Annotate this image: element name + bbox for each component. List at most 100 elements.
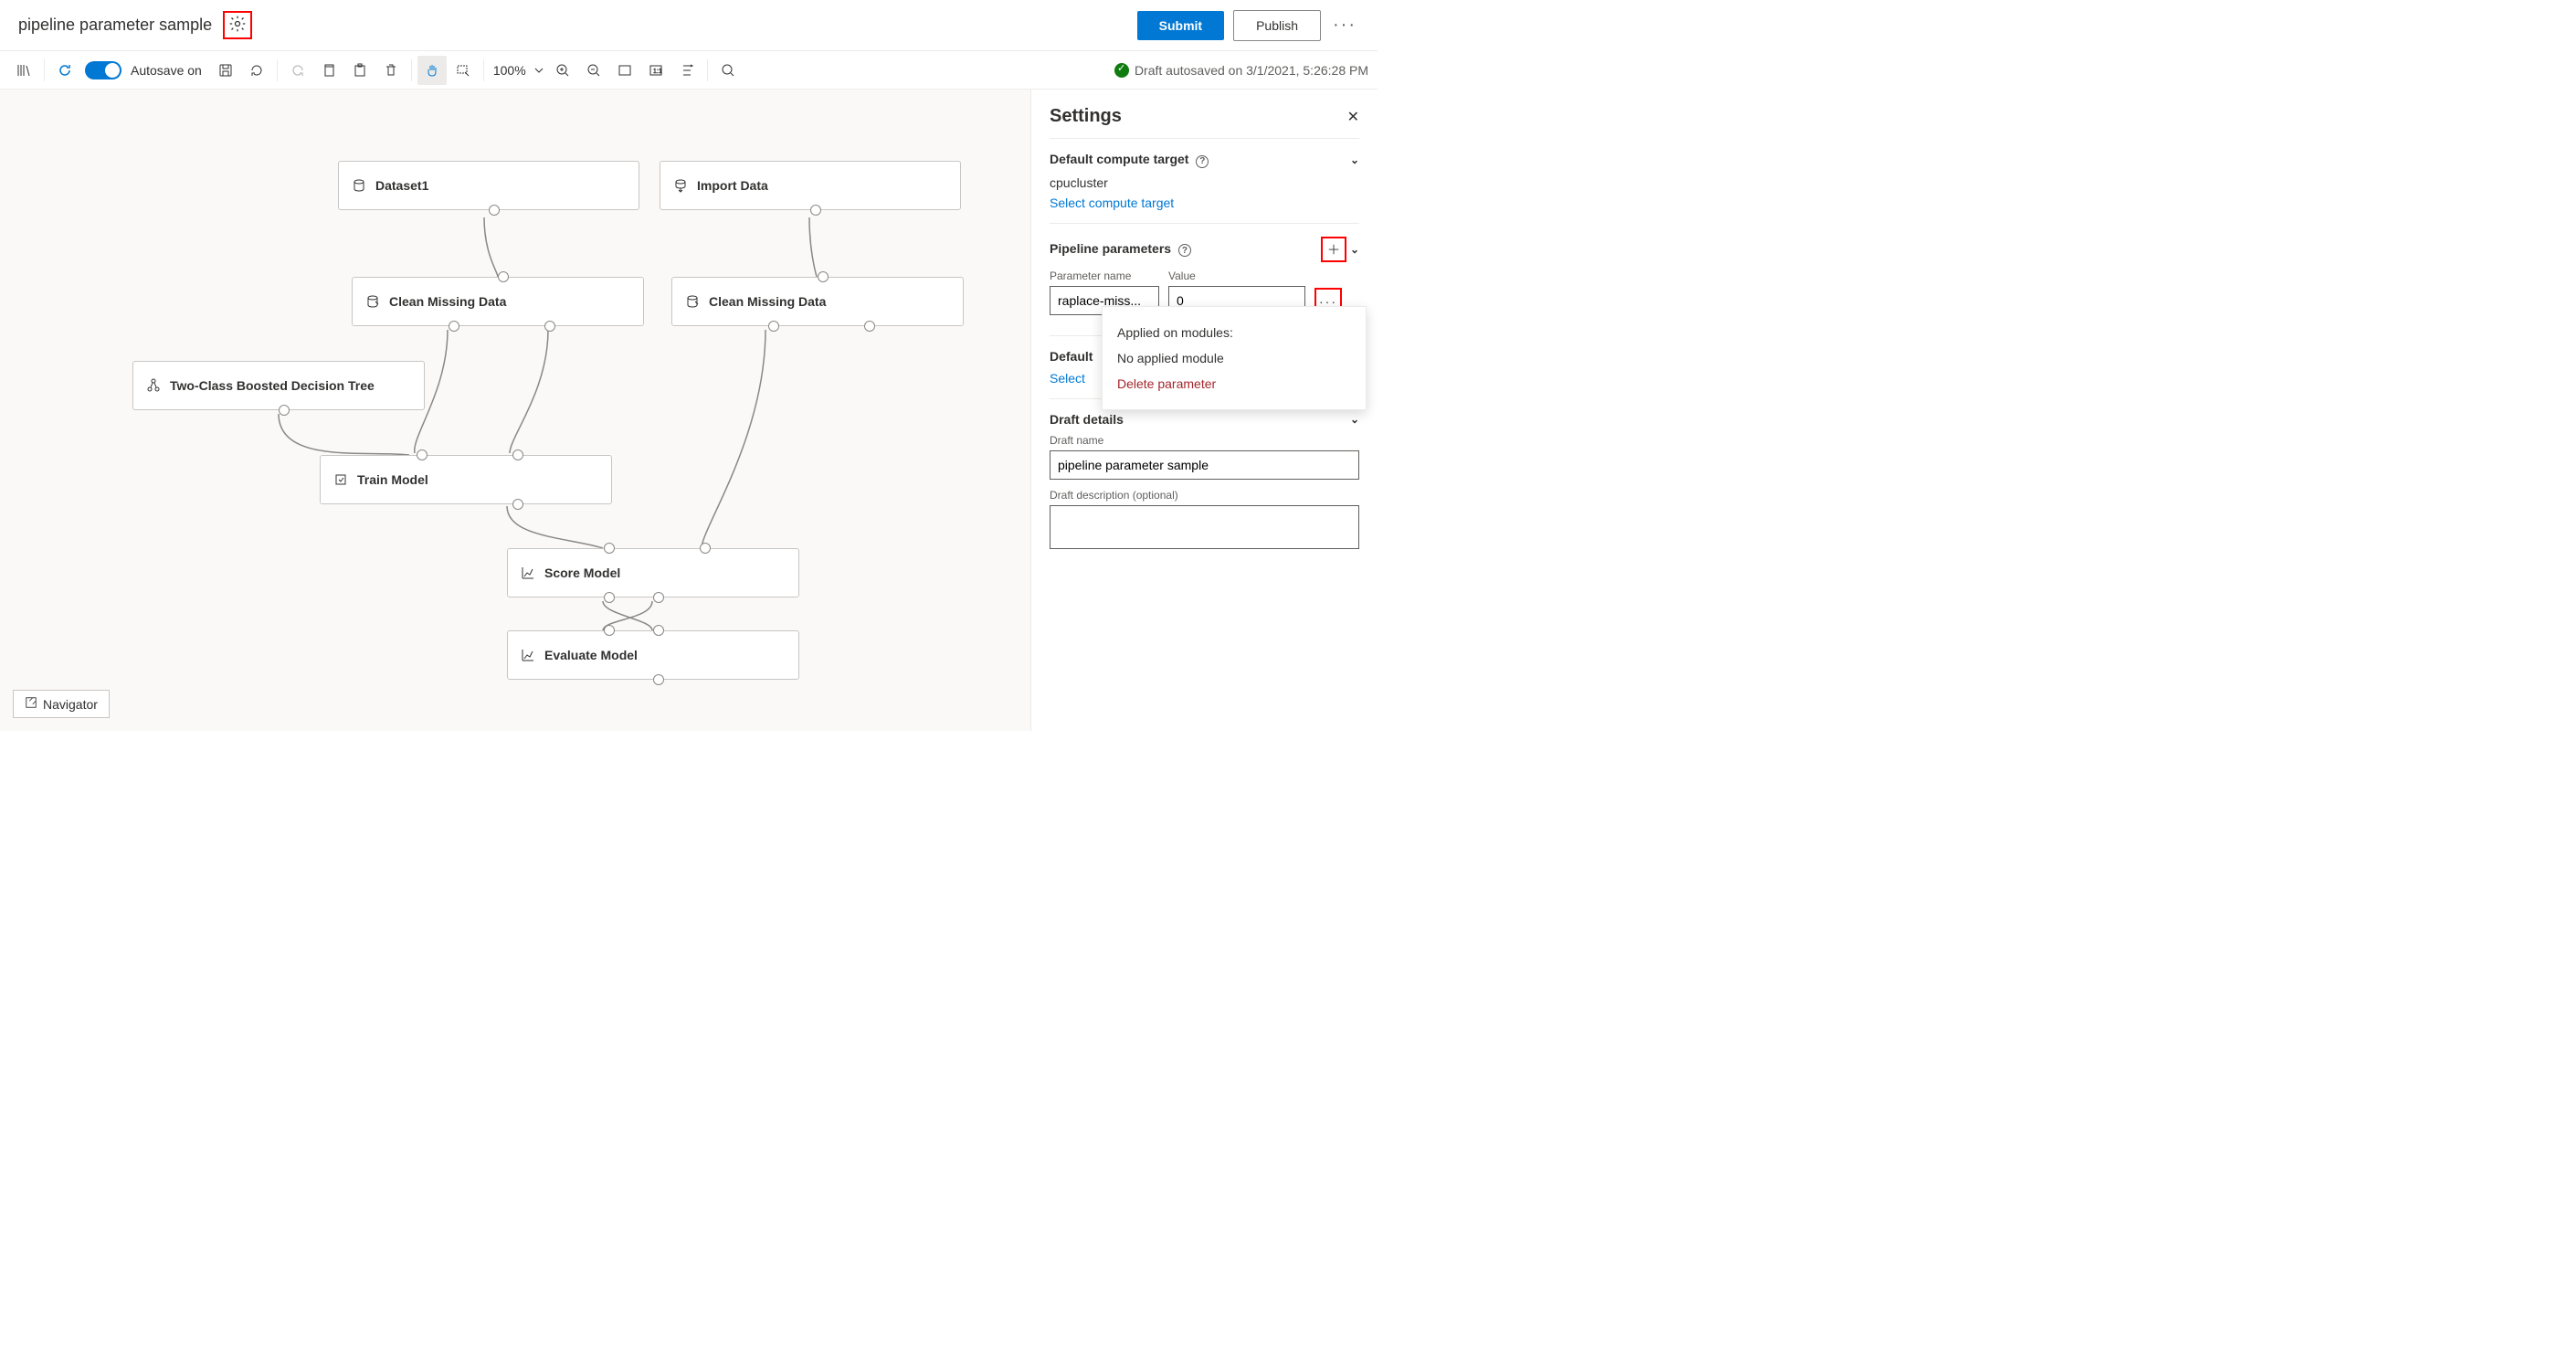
panel-header: Settings ✕ (1050, 106, 1359, 127)
panel-title: Settings (1050, 106, 1122, 127)
actual-size-icon[interactable]: 1:1 (641, 56, 670, 85)
tree-icon (146, 378, 161, 393)
autosave-label: Autosave on (131, 63, 202, 78)
chevron-down-icon[interactable]: ⌄ (1350, 413, 1359, 426)
settings-panel: Settings ✕ Default compute target ? ⌄ cp… (1030, 90, 1378, 731)
chevron-down-icon[interactable]: ⌄ (1350, 243, 1359, 256)
popup-applied-label: Applied on modules: (1117, 320, 1351, 345)
draft-description-input[interactable] (1050, 505, 1359, 549)
node-train-model[interactable]: Train Model (320, 455, 612, 504)
fit-screen-icon[interactable] (610, 56, 639, 85)
output-port[interactable] (604, 592, 615, 603)
search-icon[interactable] (713, 56, 743, 85)
library-icon[interactable] (9, 56, 38, 85)
zoom-out-icon[interactable] (579, 56, 608, 85)
output-port[interactable] (653, 592, 664, 603)
popup-no-module: No applied module (1117, 345, 1351, 371)
input-port[interactable] (498, 271, 509, 282)
zoom-in-icon[interactable] (548, 56, 577, 85)
parameters-section: Pipeline parameters ? ⌄ Parameter name (1050, 223, 1359, 324)
delete-icon[interactable] (376, 56, 406, 85)
output-port[interactable] (449, 321, 459, 332)
node-label: Two-Class Boosted Decision Tree (170, 378, 375, 393)
refresh-icon[interactable] (50, 56, 79, 85)
node-label: Clean Missing Data (389, 294, 506, 309)
draft-name-label: Draft name (1050, 434, 1359, 447)
pan-icon[interactable] (417, 56, 447, 85)
svg-text:1:1: 1:1 (653, 69, 662, 75)
score-icon (521, 566, 535, 580)
separator (277, 59, 278, 81)
input-port[interactable] (604, 543, 615, 554)
node-label: Dataset1 (375, 178, 428, 193)
input-port[interactable] (417, 449, 428, 460)
delete-parameter-button[interactable]: Delete parameter (1117, 371, 1351, 397)
save-icon[interactable] (211, 56, 240, 85)
info-icon[interactable]: ? (1196, 155, 1209, 168)
input-port[interactable] (700, 543, 711, 554)
pipeline-canvas[interactable]: Dataset1 Import Data Clean Missing Data … (0, 90, 1030, 731)
redo-icon[interactable] (283, 56, 312, 85)
output-port[interactable] (279, 405, 290, 416)
separator (707, 59, 708, 81)
gear-icon[interactable] (228, 15, 247, 36)
settings-button-highlight (223, 11, 252, 39)
more-icon[interactable]: ··· (1330, 15, 1359, 36)
params-header: Pipeline parameters (1050, 241, 1171, 256)
node-import-data[interactable]: Import Data (660, 161, 961, 210)
input-port[interactable] (818, 271, 829, 282)
close-icon[interactable]: ✕ (1347, 108, 1359, 126)
draft-name-input[interactable] (1050, 450, 1359, 480)
add-parameter-button[interactable] (1321, 237, 1346, 262)
datastore-header-truncated: Default (1050, 349, 1093, 364)
node-clean-missing-2[interactable]: Clean Missing Data (671, 277, 964, 326)
output-port[interactable] (544, 321, 555, 332)
select-compute-link[interactable]: Select compute target (1050, 196, 1359, 210)
autosave-status: Draft autosaved on 3/1/2021, 5:26:28 PM (1114, 63, 1368, 78)
success-icon (1114, 63, 1129, 78)
node-score-model[interactable]: Score Model (507, 548, 799, 597)
node-label: Clean Missing Data (709, 294, 826, 309)
paste-icon[interactable] (345, 56, 375, 85)
header: pipeline parameter sample Submit Publish… (0, 0, 1378, 51)
chevron-down-icon[interactable]: ⌄ (1350, 153, 1359, 166)
database-icon (352, 178, 366, 193)
compute-section: Default compute target ? ⌄ cpucluster Se… (1050, 138, 1359, 219)
auto-layout-icon[interactable] (672, 56, 702, 85)
input-port[interactable] (604, 625, 615, 636)
navigator-icon (25, 696, 37, 712)
separator (411, 59, 412, 81)
chevron-down-icon[interactable] (532, 56, 546, 85)
separator (44, 59, 45, 81)
output-port[interactable] (810, 205, 821, 216)
clean-icon (685, 294, 700, 309)
submit-button[interactable]: Submit (1137, 11, 1224, 40)
node-evaluate-model[interactable]: Evaluate Model (507, 630, 799, 680)
info-icon[interactable]: ? (1178, 244, 1191, 257)
parameter-popup: Applied on modules: No applied module De… (1102, 306, 1367, 410)
status-text: Draft autosaved on 3/1/2021, 5:26:28 PM (1135, 63, 1368, 78)
node-dataset1[interactable]: Dataset1 (338, 161, 639, 210)
navigator-label: Navigator (43, 697, 98, 712)
header-actions: Submit Publish ··· (1137, 10, 1359, 41)
draft-section: Draft details ⌄ Draft name Draft descrip… (1050, 398, 1359, 561)
input-port[interactable] (653, 625, 664, 636)
node-clean-missing-1[interactable]: Clean Missing Data (352, 277, 644, 326)
publish-button[interactable]: Publish (1233, 10, 1321, 41)
draft-header: Draft details (1050, 412, 1124, 427)
node-label: Train Model (357, 472, 428, 487)
output-port[interactable] (653, 674, 664, 685)
navigator-button[interactable]: Navigator (13, 690, 110, 718)
output-port[interactable] (512, 499, 523, 510)
node-decision-tree[interactable]: Two-Class Boosted Decision Tree (132, 361, 425, 410)
copy-icon[interactable] (314, 56, 343, 85)
output-port[interactable] (768, 321, 779, 332)
output-port[interactable] (489, 205, 500, 216)
zoom-level[interactable]: 100% (493, 63, 526, 78)
input-port[interactable] (512, 449, 523, 460)
output-port[interactable] (864, 321, 875, 332)
import-icon (673, 178, 688, 193)
undo-icon[interactable] (242, 56, 271, 85)
select-icon[interactable] (449, 56, 478, 85)
autosave-toggle[interactable] (85, 61, 121, 79)
